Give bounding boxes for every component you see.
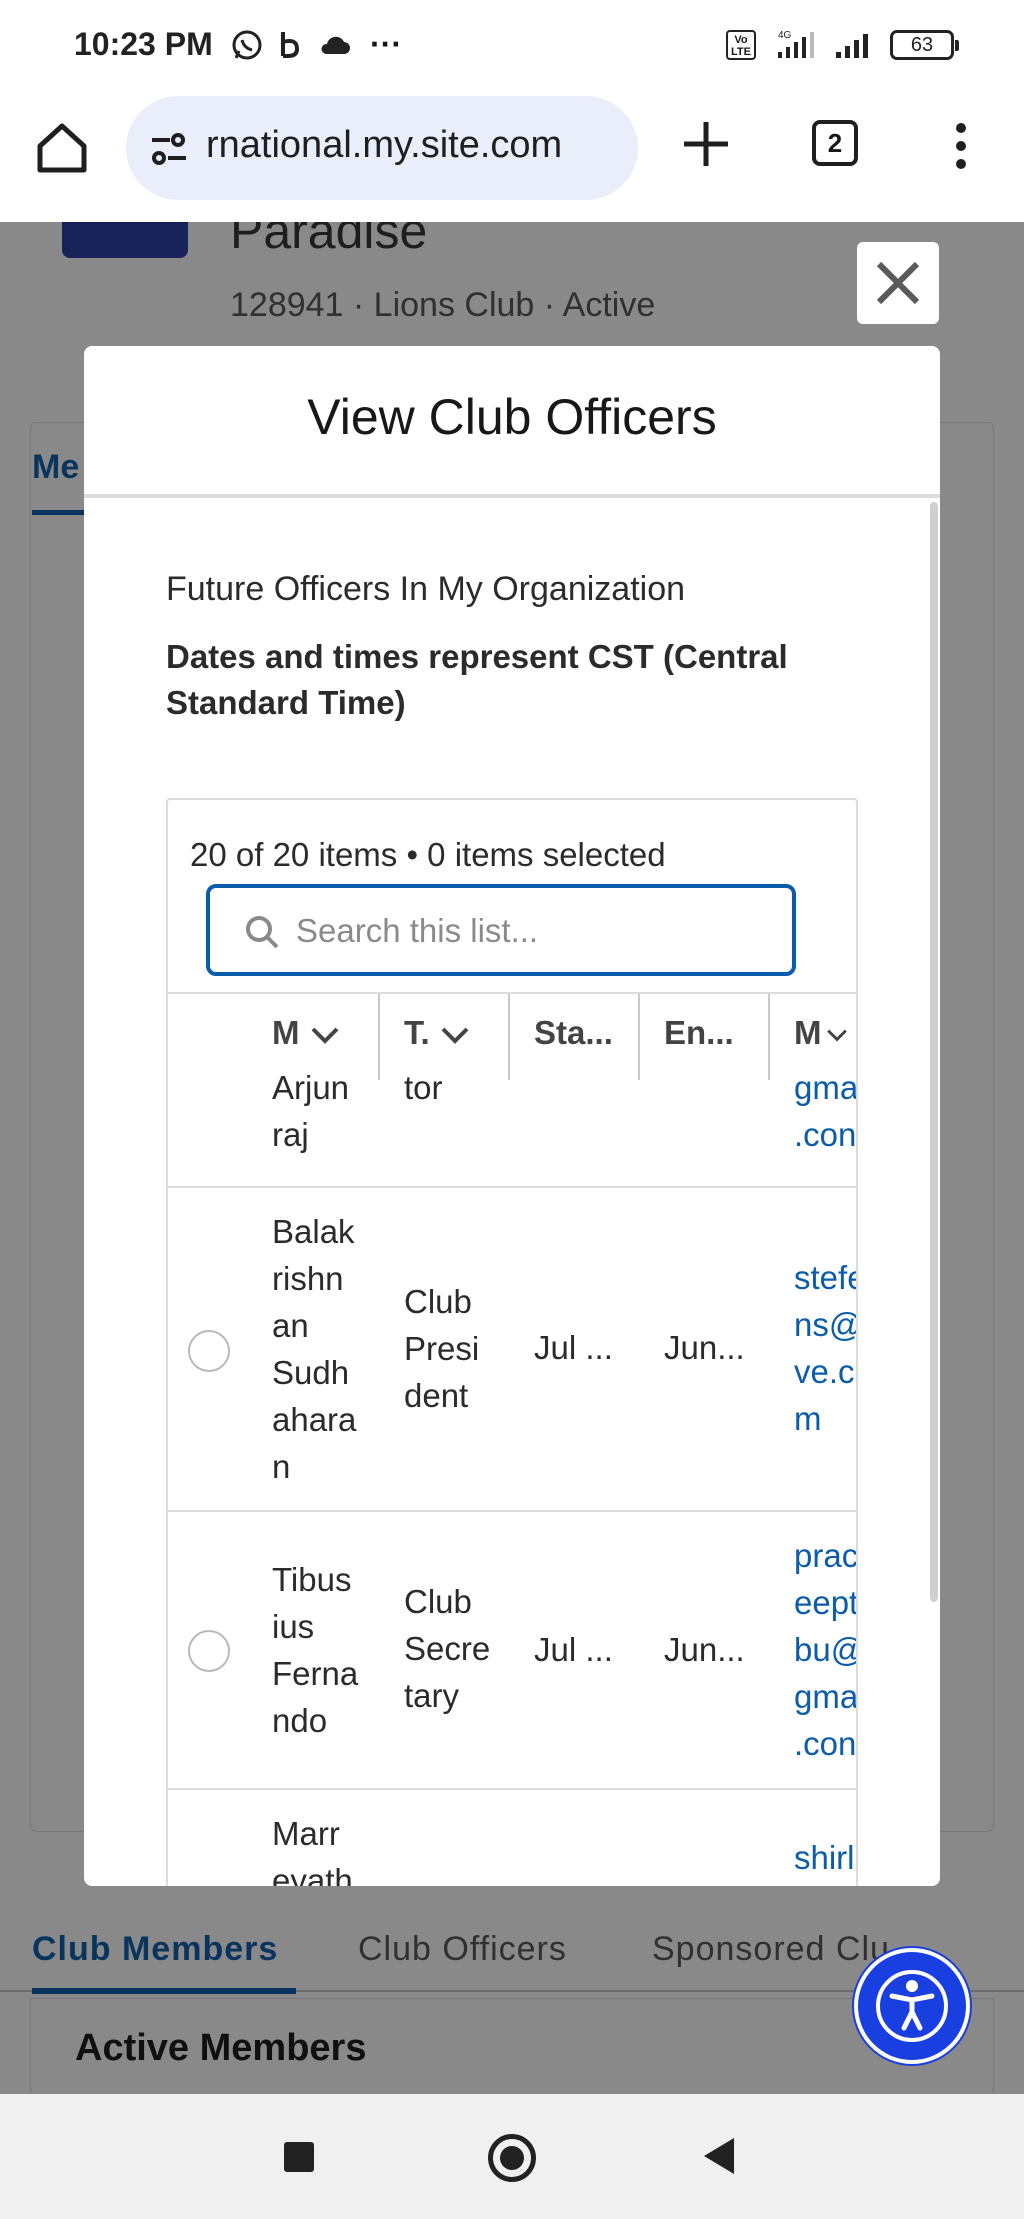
column-label: M — [272, 1014, 300, 1051]
more-notifications-icon: ··· — [370, 26, 402, 62]
officer-title: Club Secre tary — [404, 1583, 491, 1714]
back-icon[interactable] — [704, 2138, 734, 2174]
column-label: Sta... — [534, 1014, 613, 1051]
b-app-icon — [281, 31, 300, 58]
battery-icon: 63 — [890, 30, 959, 60]
column-label: En... — [664, 1014, 734, 1051]
svg-text:4G: 4G — [778, 30, 792, 41]
address-bar[interactable]: rnational.my.site.com — [126, 96, 638, 200]
cloud-icon — [321, 36, 350, 54]
items-count: 20 of 20 items • 0 items selected — [190, 836, 666, 873]
chevron-down-icon[interactable] — [310, 1025, 340, 1045]
row-select-radio[interactable] — [188, 1330, 230, 1372]
system-icons: Vo LTE 4G 63 — [726, 28, 959, 62]
chevron-down-icon[interactable] — [826, 1025, 848, 1045]
accessibility-icon — [876, 1970, 948, 2042]
notification-icons: ··· — [230, 26, 402, 63]
close-modal-button[interactable] — [857, 242, 939, 324]
view-club-officers-modal: View Club Officers Future Officers In My… — [84, 346, 940, 1886]
modal-scrollbar[interactable] — [928, 498, 940, 1886]
column-divider[interactable] — [638, 994, 640, 1080]
end-date: Jun... — [664, 1631, 745, 1668]
section-heading: Future Officers In My Organization — [166, 570, 686, 608]
column-label: T. — [404, 1014, 430, 1051]
column-divider[interactable] — [508, 994, 510, 1080]
accessibility-button[interactable] — [854, 1948, 970, 2064]
row-select-radio[interactable] — [188, 1630, 230, 1672]
url-text[interactable]: rnational.my.site.com — [206, 124, 626, 167]
whatsapp-icon — [232, 30, 262, 59]
modal-title: View Club Officers — [307, 389, 717, 445]
officers-list: 20 of 20 items • 0 items selected M T. S… — [166, 798, 858, 1886]
column-divider[interactable] — [768, 994, 770, 1080]
recent-apps-icon[interactable] — [284, 2142, 314, 2172]
table-row[interactable]: Arjun raj tor gma .con — [168, 1069, 856, 1188]
chevron-down-icon[interactable] — [440, 1025, 470, 1045]
signal-4g-icon: 4G — [778, 30, 814, 58]
search-icon — [246, 916, 279, 949]
table-row[interactable]: Tibus ius Ferna ndo Club Secre tary Jul … — [168, 1512, 856, 1790]
home-icon[interactable] — [30, 116, 94, 180]
browser-toolbar: rnational.my.site.com 2 — [0, 90, 1024, 222]
column-header-start[interactable]: Sta... — [534, 994, 634, 1080]
site-settings-icon[interactable] — [148, 128, 190, 170]
modal-body[interactable]: Future Officers In My Organization Dates… — [84, 498, 940, 1886]
timezone-note: Dates and times represent CST (Central S… — [166, 638, 788, 721]
end-date: Jun... — [664, 1329, 745, 1366]
member-email[interactable]: gma .con — [794, 1064, 856, 1158]
scrollbar-thumb[interactable] — [930, 502, 938, 1602]
column-label: M — [794, 1014, 822, 1051]
status-bar: 10:23 PM ··· Vo LTE 4G 63 — [0, 0, 1024, 90]
column-header-end[interactable]: En... — [664, 994, 764, 1080]
home-circle-icon[interactable] — [488, 2134, 536, 2182]
modal-header: View Club Officers — [84, 346, 940, 498]
member-name: Arjun raj — [272, 1069, 350, 1153]
status-time: 10:23 PM — [74, 26, 213, 62]
tab-switcher-button[interactable]: 2 — [812, 120, 858, 166]
member-email[interactable]: shirl — [794, 1834, 856, 1881]
member-name: Balak rishn an Sudh ahara n — [272, 1213, 357, 1485]
table-row[interactable]: Marr eyath shirl — [168, 1790, 856, 1886]
start-date: Jul ... — [534, 1631, 613, 1668]
more-menu-icon[interactable] — [946, 120, 976, 172]
table-row[interactable]: Balak rishn an Sudh ahara n Club Presi d… — [168, 1188, 856, 1512]
officer-title: Club Presi dent — [404, 1283, 480, 1414]
member-name: Tibus ius Ferna ndo — [272, 1561, 359, 1739]
start-date: Jul ... — [534, 1329, 613, 1366]
volte-icon: Vo LTE — [726, 30, 756, 60]
officer-title: tor — [404, 1069, 443, 1106]
column-divider[interactable] — [378, 994, 380, 1080]
member-name: Marr eyath — [272, 1815, 353, 1886]
member-email[interactable]: prac eept bu@ gma .con — [794, 1532, 856, 1767]
member-email[interactable]: stefe ns@ ve.c m — [794, 1254, 856, 1442]
close-icon — [876, 261, 920, 305]
search-box[interactable] — [206, 884, 796, 976]
android-nav-bar — [0, 2094, 1024, 2219]
search-input[interactable] — [296, 906, 776, 956]
new-tab-icon[interactable] — [678, 116, 734, 172]
signal-icon — [836, 34, 868, 58]
